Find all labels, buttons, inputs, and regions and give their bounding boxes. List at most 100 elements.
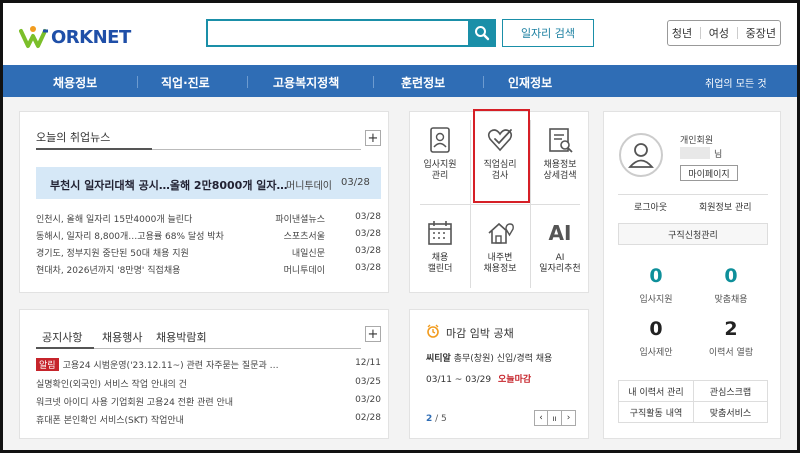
- stat-value[interactable]: 0: [626, 265, 686, 287]
- divider: [736, 27, 738, 39]
- interest-scrap-button[interactable]: 관심스크랩: [693, 380, 768, 402]
- notice-date: 03/20: [355, 395, 381, 405]
- stat-value[interactable]: 0: [701, 265, 761, 287]
- page-current: 2: [426, 414, 433, 424]
- search-icon: [475, 26, 490, 41]
- news-headline[interactable]: 부천시 일자리대책 공시…올해 2만8000개 일자… 머니투데이 03/28: [36, 167, 381, 199]
- news-date: 03/28: [355, 246, 381, 256]
- alarm-clock-icon: [426, 324, 440, 338]
- notice-date: 03/25: [355, 377, 381, 387]
- worknet-logo[interactable]: ORKNET: [19, 23, 131, 51]
- tab-underline: [36, 347, 94, 349]
- notice-more-button[interactable]: +: [365, 326, 381, 342]
- news-title: 경기도, 정부지원 중단된 50대 채용 지원: [36, 249, 189, 259]
- divider: [247, 76, 248, 88]
- notice-title: 실명확인(외국인) 서비스 작업 안내의 건: [36, 380, 187, 390]
- prev-icon[interactable]: ‹: [534, 410, 548, 426]
- deadline-job-title: 총무(창원) 신입/경력 채용: [453, 354, 553, 364]
- tab-job-fairs[interactable]: 채용박람회: [156, 329, 207, 345]
- page-total: / 5: [435, 414, 447, 424]
- pause-icon[interactable]: ıı: [548, 410, 562, 426]
- job-activity-button[interactable]: 구직활동 내역: [618, 401, 694, 423]
- link-youth[interactable]: 청년: [672, 25, 692, 41]
- member-type: 개인회원: [680, 136, 714, 146]
- news-row[interactable]: 현대차, 2026년까지 '8만명' 직접채용 머니투데이 03/28: [36, 263, 381, 279]
- stat-label: 이력서 열람: [708, 348, 754, 358]
- stat-label: 입사지원: [639, 295, 673, 305]
- service-detail-search[interactable]: 채용정보 상세검색: [530, 112, 590, 200]
- divider: [483, 76, 484, 88]
- member-name-suffix: 님: [714, 150, 723, 160]
- deadline-period: 03/11 ~ 03/29: [426, 375, 492, 385]
- news-source: 내일신문: [291, 249, 325, 259]
- mypage-button[interactable]: 마이페이지: [680, 165, 738, 181]
- service-application-manage[interactable]: 입사지원 관리: [410, 112, 470, 200]
- news-source: 파이낸셜뉴스: [275, 215, 325, 225]
- link-women[interactable]: 여성: [709, 25, 729, 41]
- service-label: 채용정보: [483, 264, 517, 274]
- nav-item-training[interactable]: 훈련정보: [401, 74, 445, 91]
- next-icon[interactable]: ›: [562, 410, 576, 426]
- highlight-box: [473, 109, 530, 203]
- notice-date: 02/28: [355, 413, 381, 423]
- notice-row[interactable]: 휴대폰 본인확인 서비스(SKT) 작업안내 02/28: [36, 413, 381, 429]
- deadline-panel: 마감 임박 공채 씨티알 총무(창원) 신입/경력 채용 03/11 ~ 03/…: [409, 309, 589, 439]
- search-input[interactable]: [206, 19, 496, 47]
- ai-icon: AI: [548, 221, 572, 245]
- notice-row[interactable]: 실명확인(외국인) 서비스 작업 안내의 건 03/25: [36, 377, 381, 393]
- notice-title: 워크넷 아이디 사용 기업회원 고용24 전환 관련 안내: [36, 398, 234, 408]
- custom-service-button[interactable]: 맞춤서비스: [693, 401, 768, 423]
- news-more-button[interactable]: +: [365, 130, 381, 146]
- member-info-link[interactable]: 회원정보 관리: [699, 200, 752, 213]
- service-label: 채용: [431, 253, 449, 263]
- divider: [373, 76, 374, 88]
- deadline-period-wrap: 03/11 ~ 03/29 오늘마감: [426, 372, 531, 385]
- service-label: 상세검색: [543, 171, 577, 181]
- headline-title: 부천시 일자리대책 공시…올해 2만8000개 일자…: [50, 179, 288, 192]
- nav-item-jobs[interactable]: 채용정보: [53, 74, 97, 91]
- news-source: 스포츠서울: [283, 232, 325, 242]
- nav-item-talent[interactable]: 인재정보: [508, 74, 552, 91]
- stat-value[interactable]: 0: [626, 318, 686, 340]
- nav-item-welfare-policy[interactable]: 고용복지정책: [273, 74, 339, 91]
- service-nearby-jobs[interactable]: 내주변 채용정보: [470, 205, 530, 293]
- service-calendar[interactable]: 채용 캘린더: [410, 205, 470, 293]
- stat-label: 맞춤채용: [714, 295, 748, 305]
- notice-title: 고용24 시범운영('23.12.11~) 관련 자주묻는 질문과 …: [62, 361, 279, 371]
- job-application-manage-button[interactable]: 구직신청관리: [618, 223, 768, 245]
- news-title: 인천시, 올해 일자리 15만4000개 늘린다: [36, 215, 193, 225]
- tab-today-news[interactable]: 오늘의 취업뉴스: [36, 129, 110, 145]
- tab-notices[interactable]: 공지사항: [42, 329, 82, 345]
- news-date: 03/28: [355, 263, 381, 273]
- news-row[interactable]: 경기도, 정부지원 중단된 50대 채용 지원 내일신문 03/28: [36, 246, 381, 262]
- nav-item-career[interactable]: 직업·진로: [161, 74, 210, 91]
- news-row[interactable]: 인천시, 올해 일자리 15만4000개 늘린다 파이낸셜뉴스 03/28: [36, 212, 381, 228]
- service-label: 캘린더: [427, 264, 453, 274]
- nav-all-link[interactable]: 취업의 모든 것: [705, 75, 767, 90]
- main-nav: 채용정보 직업·진로 고용복지정책 훈련정보 인재정보 취업의 모든 것: [3, 65, 797, 97]
- service-label: 일자리추천: [539, 264, 581, 274]
- notice-panel: 공지사항 채용행사 채용박람회 + 알림 고용24 시범운영('23.12.11~…: [19, 309, 389, 439]
- deadline-job[interactable]: 씨티알 총무(창원) 신입/경력 채용: [426, 351, 552, 364]
- divider: [618, 194, 768, 195]
- carousel-controls: ‹ ıı ›: [534, 410, 576, 426]
- member-panel: 개인회원 님 마이페이지 로그아웃 회원정보 관리 구직신청관리 0 입사지원 …: [603, 111, 781, 439]
- service-label: 채용정보: [543, 160, 577, 170]
- notice-row[interactable]: 알림 고용24 시범운영('23.12.11~) 관련 자주묻는 질문과 … 12…: [36, 358, 381, 374]
- search-button[interactable]: [468, 19, 496, 47]
- deadline-pagination: 2 / 5: [426, 414, 447, 424]
- job-search-button[interactable]: 일자리 검색: [502, 19, 594, 47]
- service-ai-recommend[interactable]: AI AI 일자리추천: [530, 205, 590, 293]
- tab-hiring-events[interactable]: 채용행사: [102, 329, 142, 345]
- service-label: AI: [555, 253, 565, 263]
- document-search-icon: [546, 126, 574, 154]
- headline-date: 03/28: [341, 177, 370, 188]
- link-middle-aged[interactable]: 중장년: [746, 25, 776, 41]
- my-resume-button[interactable]: 내 이력서 관리: [618, 380, 694, 402]
- news-title: 현대차, 2026년까지 '8만명' 직접채용: [36, 266, 181, 276]
- house-pin-icon: [486, 219, 514, 247]
- notice-row[interactable]: 워크넷 아이디 사용 기업회원 고용24 전환 관련 안내 03/20: [36, 395, 381, 411]
- news-row[interactable]: 동해시, 일자리 8,800개…고용률 68% 달성 박차 스포츠서울 03/2…: [36, 229, 381, 245]
- logout-link[interactable]: 로그아웃: [634, 200, 667, 213]
- stat-value[interactable]: 2: [701, 318, 761, 340]
